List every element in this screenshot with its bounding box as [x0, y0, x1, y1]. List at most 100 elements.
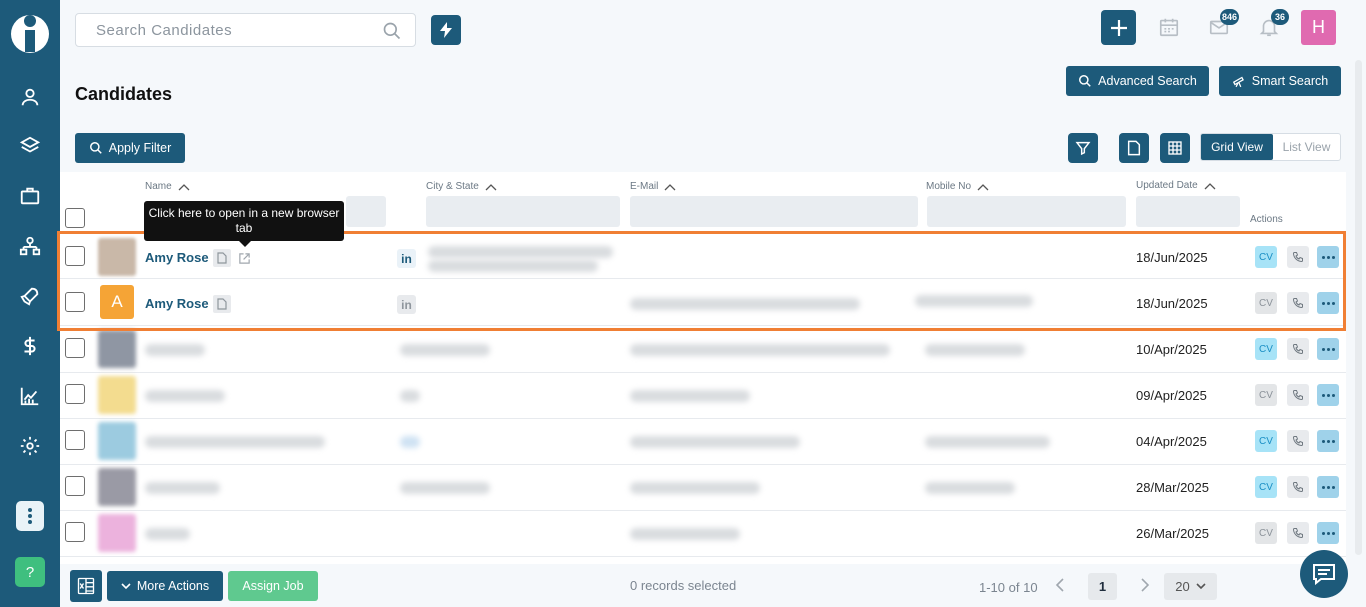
- scrollbar[interactable]: [1355, 60, 1362, 555]
- briefcase-icon[interactable]: [15, 181, 45, 211]
- search-icon[interactable]: [382, 21, 402, 46]
- city-filter-input[interactable]: [426, 196, 620, 227]
- grid-view-tab[interactable]: Grid View: [1201, 134, 1273, 160]
- redacted-city: [400, 344, 490, 356]
- date-filter-input[interactable]: [1136, 196, 1240, 227]
- phone-icon[interactable]: [1287, 430, 1309, 452]
- cv-button[interactable]: CV: [1255, 522, 1277, 544]
- resume-icon[interactable]: [213, 249, 231, 267]
- analytics-icon[interactable]: [15, 381, 45, 411]
- more-options-button[interactable]: [1317, 338, 1339, 360]
- email-filter-input[interactable]: [630, 196, 918, 227]
- updated-date: 26/Mar/2025: [1136, 526, 1209, 541]
- table-row[interactable]: 28/Mar/2025 CV: [60, 465, 1346, 511]
- quick-action-button[interactable]: [431, 15, 461, 45]
- chat-icon: [1313, 564, 1335, 586]
- mobile-filter-input[interactable]: [927, 196, 1126, 227]
- chat-support-button[interactable]: [1300, 550, 1348, 598]
- redacted-mobile: [925, 436, 1050, 448]
- current-page[interactable]: 1: [1088, 573, 1117, 600]
- search-input[interactable]: [76, 14, 366, 46]
- app-logo[interactable]: [10, 10, 50, 56]
- column-updated-date[interactable]: Updated Date: [1136, 180, 1216, 191]
- phone-icon[interactable]: [1287, 292, 1309, 314]
- table-row[interactable]: 10/Apr/2025 CV: [60, 327, 1346, 373]
- updated-date: 18/Jun/2025: [1136, 250, 1208, 265]
- phone-icon[interactable]: [1287, 338, 1309, 360]
- layers-icon[interactable]: [15, 131, 45, 161]
- phone-icon[interactable]: [1287, 246, 1309, 268]
- org-chart-icon[interactable]: [15, 231, 45, 261]
- row-checkbox[interactable]: [65, 476, 85, 496]
- more-menu-button[interactable]: [16, 501, 44, 531]
- row-checkbox[interactable]: [65, 292, 85, 312]
- cv-button[interactable]: CV: [1255, 476, 1277, 498]
- assign-job-button[interactable]: Assign Job: [228, 571, 318, 601]
- next-page-icon[interactable]: [1140, 578, 1150, 597]
- row-checkbox[interactable]: [65, 430, 85, 450]
- phone-icon[interactable]: [1287, 476, 1309, 498]
- cv-button[interactable]: CV: [1255, 384, 1277, 406]
- user-avatar[interactable]: H: [1301, 10, 1336, 45]
- cv-button[interactable]: CV: [1255, 246, 1277, 268]
- name-filter-input[interactable]: [346, 196, 386, 227]
- document-button[interactable]: [1119, 133, 1149, 163]
- more-options-button[interactable]: [1317, 384, 1339, 406]
- rocket-icon[interactable]: [15, 281, 45, 311]
- row-checkbox[interactable]: [65, 522, 85, 542]
- more-options-button[interactable]: [1317, 522, 1339, 544]
- row-checkbox[interactable]: [65, 338, 85, 358]
- list-view-tab[interactable]: List View: [1273, 134, 1340, 160]
- mail-icon[interactable]: 846: [1207, 9, 1239, 39]
- more-options-button[interactable]: [1317, 430, 1339, 452]
- column-name[interactable]: Name: [145, 181, 190, 192]
- row-checkbox[interactable]: [65, 384, 85, 404]
- prev-page-icon[interactable]: [1055, 578, 1065, 597]
- more-actions-button[interactable]: More Actions: [107, 571, 223, 601]
- table-row[interactable]: 09/Apr/2025 CV: [60, 373, 1346, 419]
- cv-button[interactable]: CV: [1255, 292, 1277, 314]
- page-size-select[interactable]: 20: [1164, 573, 1217, 600]
- linkedin-icon[interactable]: in: [397, 249, 416, 268]
- columns-button[interactable]: [1160, 133, 1190, 163]
- column-email[interactable]: E-Mail: [630, 181, 676, 192]
- column-city-state[interactable]: City & State: [426, 181, 497, 192]
- table-row[interactable]: A Amy Rose in 18/Jun/2025 CV: [60, 280, 1346, 326]
- document-icon: [1127, 140, 1141, 156]
- updated-date: 09/Apr/2025: [1136, 388, 1207, 403]
- resume-icon[interactable]: [213, 295, 231, 313]
- table-row[interactable]: 26/Mar/2025 CV: [60, 511, 1346, 557]
- help-button[interactable]: ?: [15, 557, 45, 587]
- cv-button[interactable]: CV: [1255, 430, 1277, 452]
- calendar-icon[interactable]: [1157, 15, 1181, 39]
- more-options-button[interactable]: [1317, 476, 1339, 498]
- phone-icon[interactable]: [1287, 522, 1309, 544]
- export-excel-button[interactable]: [70, 570, 102, 602]
- select-all-checkbox[interactable]: [65, 208, 85, 228]
- open-new-tab-tooltip: Click here to open in a new browser tab: [144, 201, 344, 241]
- user-icon[interactable]: [15, 82, 45, 112]
- redacted-email: [630, 436, 800, 448]
- smart-search-button[interactable]: Smart Search: [1219, 66, 1341, 96]
- dollar-icon[interactable]: [15, 331, 45, 361]
- open-new-tab-icon[interactable]: [235, 249, 253, 267]
- candidate-name-link[interactable]: Amy Rose: [145, 296, 209, 311]
- phone-icon[interactable]: [1287, 384, 1309, 406]
- column-mobile[interactable]: Mobile No: [926, 181, 989, 192]
- cv-button[interactable]: CV: [1255, 338, 1277, 360]
- add-new-button[interactable]: [1101, 10, 1136, 45]
- smart-search-label: Smart Search: [1251, 74, 1329, 88]
- linkedin-icon[interactable]: in: [397, 295, 416, 314]
- row-checkbox[interactable]: [65, 246, 85, 266]
- candidate-name-link[interactable]: Amy Rose: [145, 250, 209, 265]
- filter-button[interactable]: [1068, 133, 1098, 163]
- filter-icon: [1075, 141, 1091, 156]
- redacted-city: [400, 390, 420, 402]
- settings-icon[interactable]: [15, 431, 45, 461]
- advanced-search-button[interactable]: Advanced Search: [1066, 66, 1209, 96]
- bell-icon[interactable]: 36: [1257, 9, 1289, 39]
- more-options-button[interactable]: [1317, 246, 1339, 268]
- more-options-button[interactable]: [1317, 292, 1339, 314]
- table-row[interactable]: 04/Apr/2025 CV: [60, 419, 1346, 465]
- apply-filter-button[interactable]: Apply Filter: [75, 133, 185, 163]
